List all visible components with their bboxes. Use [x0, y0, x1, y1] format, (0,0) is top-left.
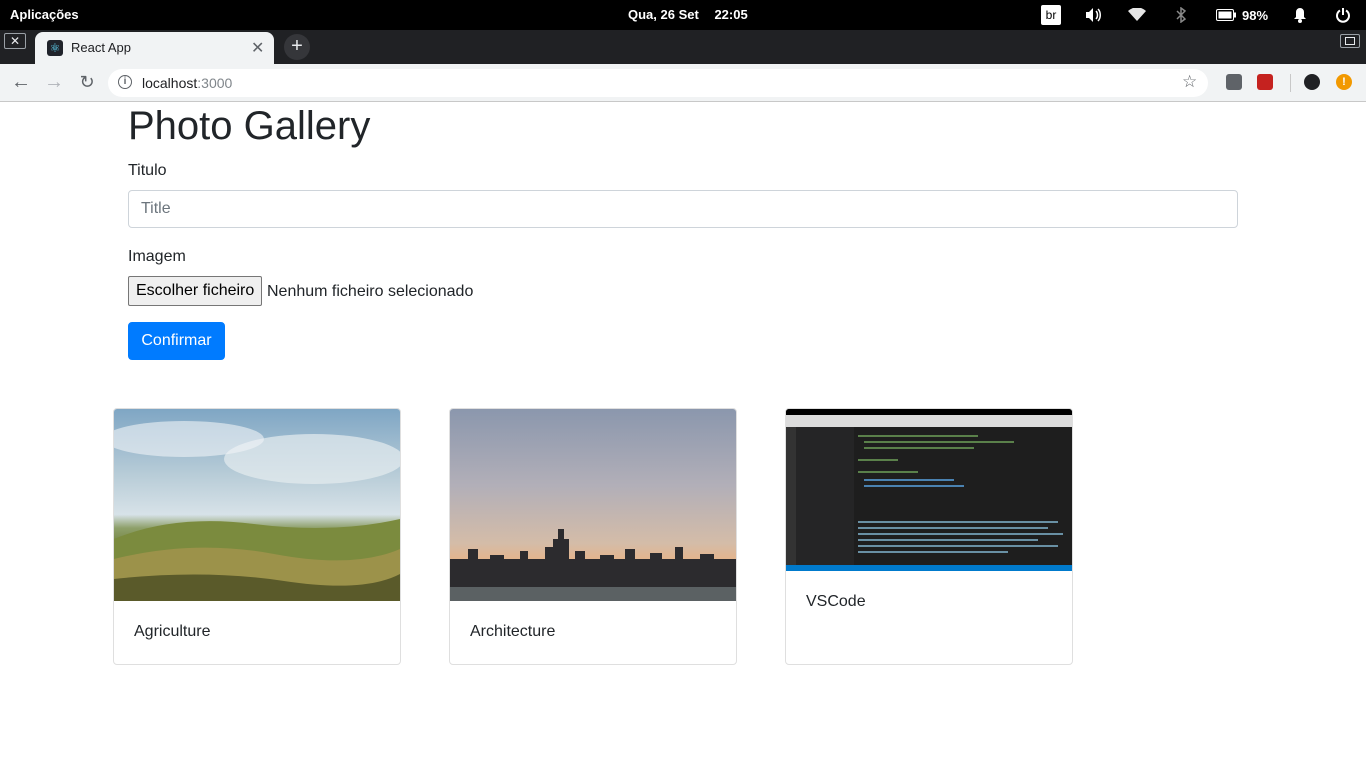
tab-title: React App: [71, 40, 131, 55]
forward-button[interactable]: →: [41, 70, 67, 96]
bookmark-star-icon[interactable]: ☆: [1182, 72, 1197, 92]
system-top-bar: Aplicações Qua, 26 Set 22:05 br 98%: [0, 0, 1366, 30]
browser-tab-strip: ✕ ⚛ React App ✕ +: [0, 30, 1366, 64]
url-text: localhost:3000: [142, 75, 233, 91]
back-button[interactable]: ←: [8, 70, 34, 96]
card-caption: Agriculture: [134, 623, 211, 640]
clock[interactable]: Qua, 26 Set 22:05: [628, 7, 748, 22]
file-status-text: Nenhum ficheiro selecionado: [267, 283, 474, 300]
toolbar-divider: [1290, 74, 1291, 92]
bluetooth-icon[interactable]: [1172, 6, 1190, 24]
gallery-card-agriculture[interactable]: Agriculture: [113, 408, 401, 665]
notifications-icon[interactable]: [1292, 6, 1308, 24]
new-tab-button[interactable]: +: [284, 34, 310, 60]
tab-close-icon[interactable]: ✕: [251, 38, 264, 58]
keyboard-layout-indicator[interactable]: br: [1041, 5, 1061, 25]
card-caption: VSCode: [806, 593, 866, 610]
extension-location-icon[interactable]: [1226, 74, 1242, 90]
gallery-card-architecture[interactable]: Architecture: [449, 408, 737, 665]
page-content: Photo Gallery Titulo Imagem Escolher fic…: [0, 102, 1366, 768]
extension-red-icon[interactable]: [1257, 74, 1273, 90]
tab-react-app[interactable]: ⚛ React App ✕: [35, 32, 274, 64]
browser-toolbar: ← → ↻ i localhost:3000 ☆: [0, 64, 1366, 102]
image-field-label: Imagem: [128, 248, 186, 265]
battery-icon[interactable]: [1215, 6, 1237, 24]
gallery-card-vscode[interactable]: VSCode: [785, 408, 1073, 665]
card-image-skyline: [450, 409, 736, 601]
page-title: Photo Gallery: [128, 104, 371, 148]
react-icon: ⚛: [47, 40, 63, 56]
wifi-icon[interactable]: [1126, 6, 1148, 24]
card-image-code-editor: [786, 409, 1072, 571]
profile-avatar-icon[interactable]: [1304, 74, 1320, 90]
window-restore-icon[interactable]: [1340, 34, 1360, 48]
reload-button[interactable]: ↻: [74, 70, 100, 96]
address-bar[interactable]: i localhost:3000 ☆: [108, 69, 1208, 97]
title-input[interactable]: [128, 190, 1238, 228]
confirm-button[interactable]: Confirmar: [128, 322, 225, 360]
card-image-grassland: [114, 409, 400, 601]
battery-percent: 98%: [1242, 7, 1269, 23]
volume-icon[interactable]: [1083, 6, 1105, 24]
update-warning-icon[interactable]: !: [1336, 74, 1352, 90]
window-close-icon[interactable]: ✕: [4, 33, 26, 49]
clock-date: Qua, 26 Set: [628, 7, 699, 22]
card-caption: Architecture: [470, 623, 556, 640]
site-info-icon[interactable]: i: [118, 75, 132, 89]
power-icon[interactable]: [1335, 6, 1351, 24]
clock-time: 22:05: [714, 7, 748, 22]
applications-menu[interactable]: Aplicações: [10, 7, 79, 22]
title-field-label: Titulo: [128, 162, 167, 179]
choose-file-button[interactable]: Escolher ficheiro: [128, 276, 263, 306]
